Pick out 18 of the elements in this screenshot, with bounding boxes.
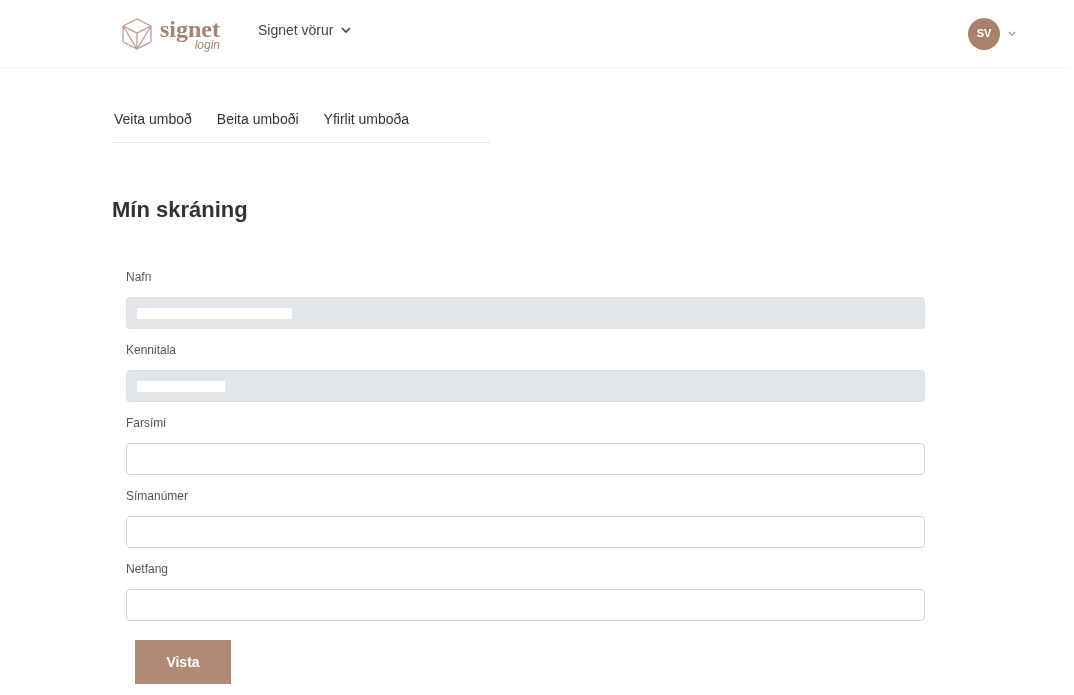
page-title: Mín skráning (112, 196, 249, 224)
products-menu[interactable]: Signet vörur (258, 20, 352, 41)
cube-logo-icon (122, 17, 152, 50)
tab[interactable]: Yfirlit umboða (323, 109, 410, 130)
input-field[interactable] (126, 443, 925, 475)
logo-wordmark: signet (160, 16, 220, 41)
tab[interactable]: Beita umboði (216, 109, 299, 130)
logo-subtitle: login (194, 38, 220, 51)
chevron-down-icon (341, 27, 352, 34)
input-field[interactable] (126, 589, 925, 621)
input-field[interactable] (126, 516, 925, 548)
tab[interactable]: Veita umboð (114, 109, 192, 130)
chevron-down-icon[interactable] (1008, 30, 1016, 37)
field-label: Farsími (126, 415, 167, 432)
field-label: Nafn (126, 269, 153, 286)
field-label: Kennitala (126, 342, 178, 359)
field-label: Netfang (126, 561, 170, 578)
field-label: Símanúmer (126, 488, 190, 505)
